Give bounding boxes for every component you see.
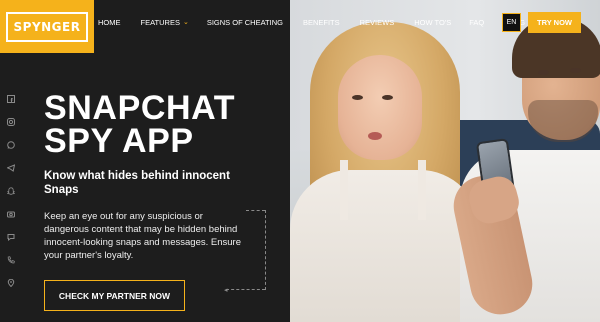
facebook-icon[interactable] xyxy=(6,94,16,104)
nav-reviews-label: REVIEWS xyxy=(359,17,395,27)
woman-mouth xyxy=(368,132,382,140)
woman-eye-left xyxy=(352,95,363,100)
phone-icon[interactable] xyxy=(6,255,16,265)
check-partner-button[interactable]: CHECK MY PARTNER NOW xyxy=(44,280,185,311)
woman-strap-right xyxy=(418,160,426,220)
language-switch[interactable]: EN xyxy=(502,13,521,32)
location-icon[interactable] xyxy=(6,278,16,288)
whatsapp-icon[interactable] xyxy=(6,140,16,150)
woman-body xyxy=(290,170,480,322)
logo[interactable]: SPYNGER xyxy=(0,0,94,53)
logo-text: SPYNGER xyxy=(13,19,81,34)
nav-faq[interactable]: FAQ xyxy=(469,18,484,27)
telegram-icon[interactable] xyxy=(6,163,16,173)
nav-features-label: FEATURES xyxy=(140,17,180,27)
nav-home-label: HOME xyxy=(98,17,121,27)
nav-howtos-label: HOW TO'S xyxy=(414,17,452,27)
social-sidebar xyxy=(6,94,16,288)
hero-description: Keep an eye out for any suspicious or da… xyxy=(44,211,241,261)
woman-strap-left xyxy=(340,160,348,220)
hero-photo xyxy=(290,0,600,322)
decorative-dash-top xyxy=(246,210,265,211)
nav-signs-label: SIGNS OF CHEATING xyxy=(206,17,283,27)
main-nav: HOME FEATURES ⌄ SIGNS OF CHEATING BENEFIT… xyxy=(96,0,525,44)
woman-face xyxy=(338,55,422,160)
nav-benefits-label: BENEFITS xyxy=(302,17,340,27)
nav-faq-label: FAQ xyxy=(469,17,485,27)
decorative-dash-bottom xyxy=(226,289,265,290)
logo-frame: SPYNGER xyxy=(5,11,89,42)
hero-title-line2: SPY APP xyxy=(44,122,194,160)
chat-icon[interactable] xyxy=(6,232,16,242)
hero-subtitle: Know what hides behind innocent Snaps xyxy=(44,170,230,196)
man-eye-left xyxy=(538,70,549,75)
nav-reviews[interactable]: REVIEWS xyxy=(360,18,395,27)
camera-icon[interactable] xyxy=(6,209,16,219)
nav-features[interactable]: FEATURES ⌄ xyxy=(141,18,189,27)
hero-title: SNAPCHAT SPY APP xyxy=(44,91,235,160)
instagram-icon[interactable] xyxy=(6,117,16,127)
nav-home[interactable]: HOME xyxy=(98,18,121,27)
nav-benefits[interactable]: BENEFITS xyxy=(303,18,340,27)
nav-how-tos[interactable]: HOW TO'S xyxy=(414,18,451,27)
nav-signs-of-cheating[interactable]: SIGNS OF CHEATING xyxy=(207,18,283,27)
snapchat-icon[interactable] xyxy=(6,186,16,196)
decorative-dash-vertical xyxy=(265,210,266,290)
man-eye-right xyxy=(570,68,581,73)
chevron-down-icon: ⌄ xyxy=(182,19,189,26)
try-now-button[interactable]: TRY NOW xyxy=(528,12,581,33)
arrow-left-icon: ◂ xyxy=(224,287,228,294)
woman-eye-right xyxy=(382,95,393,100)
